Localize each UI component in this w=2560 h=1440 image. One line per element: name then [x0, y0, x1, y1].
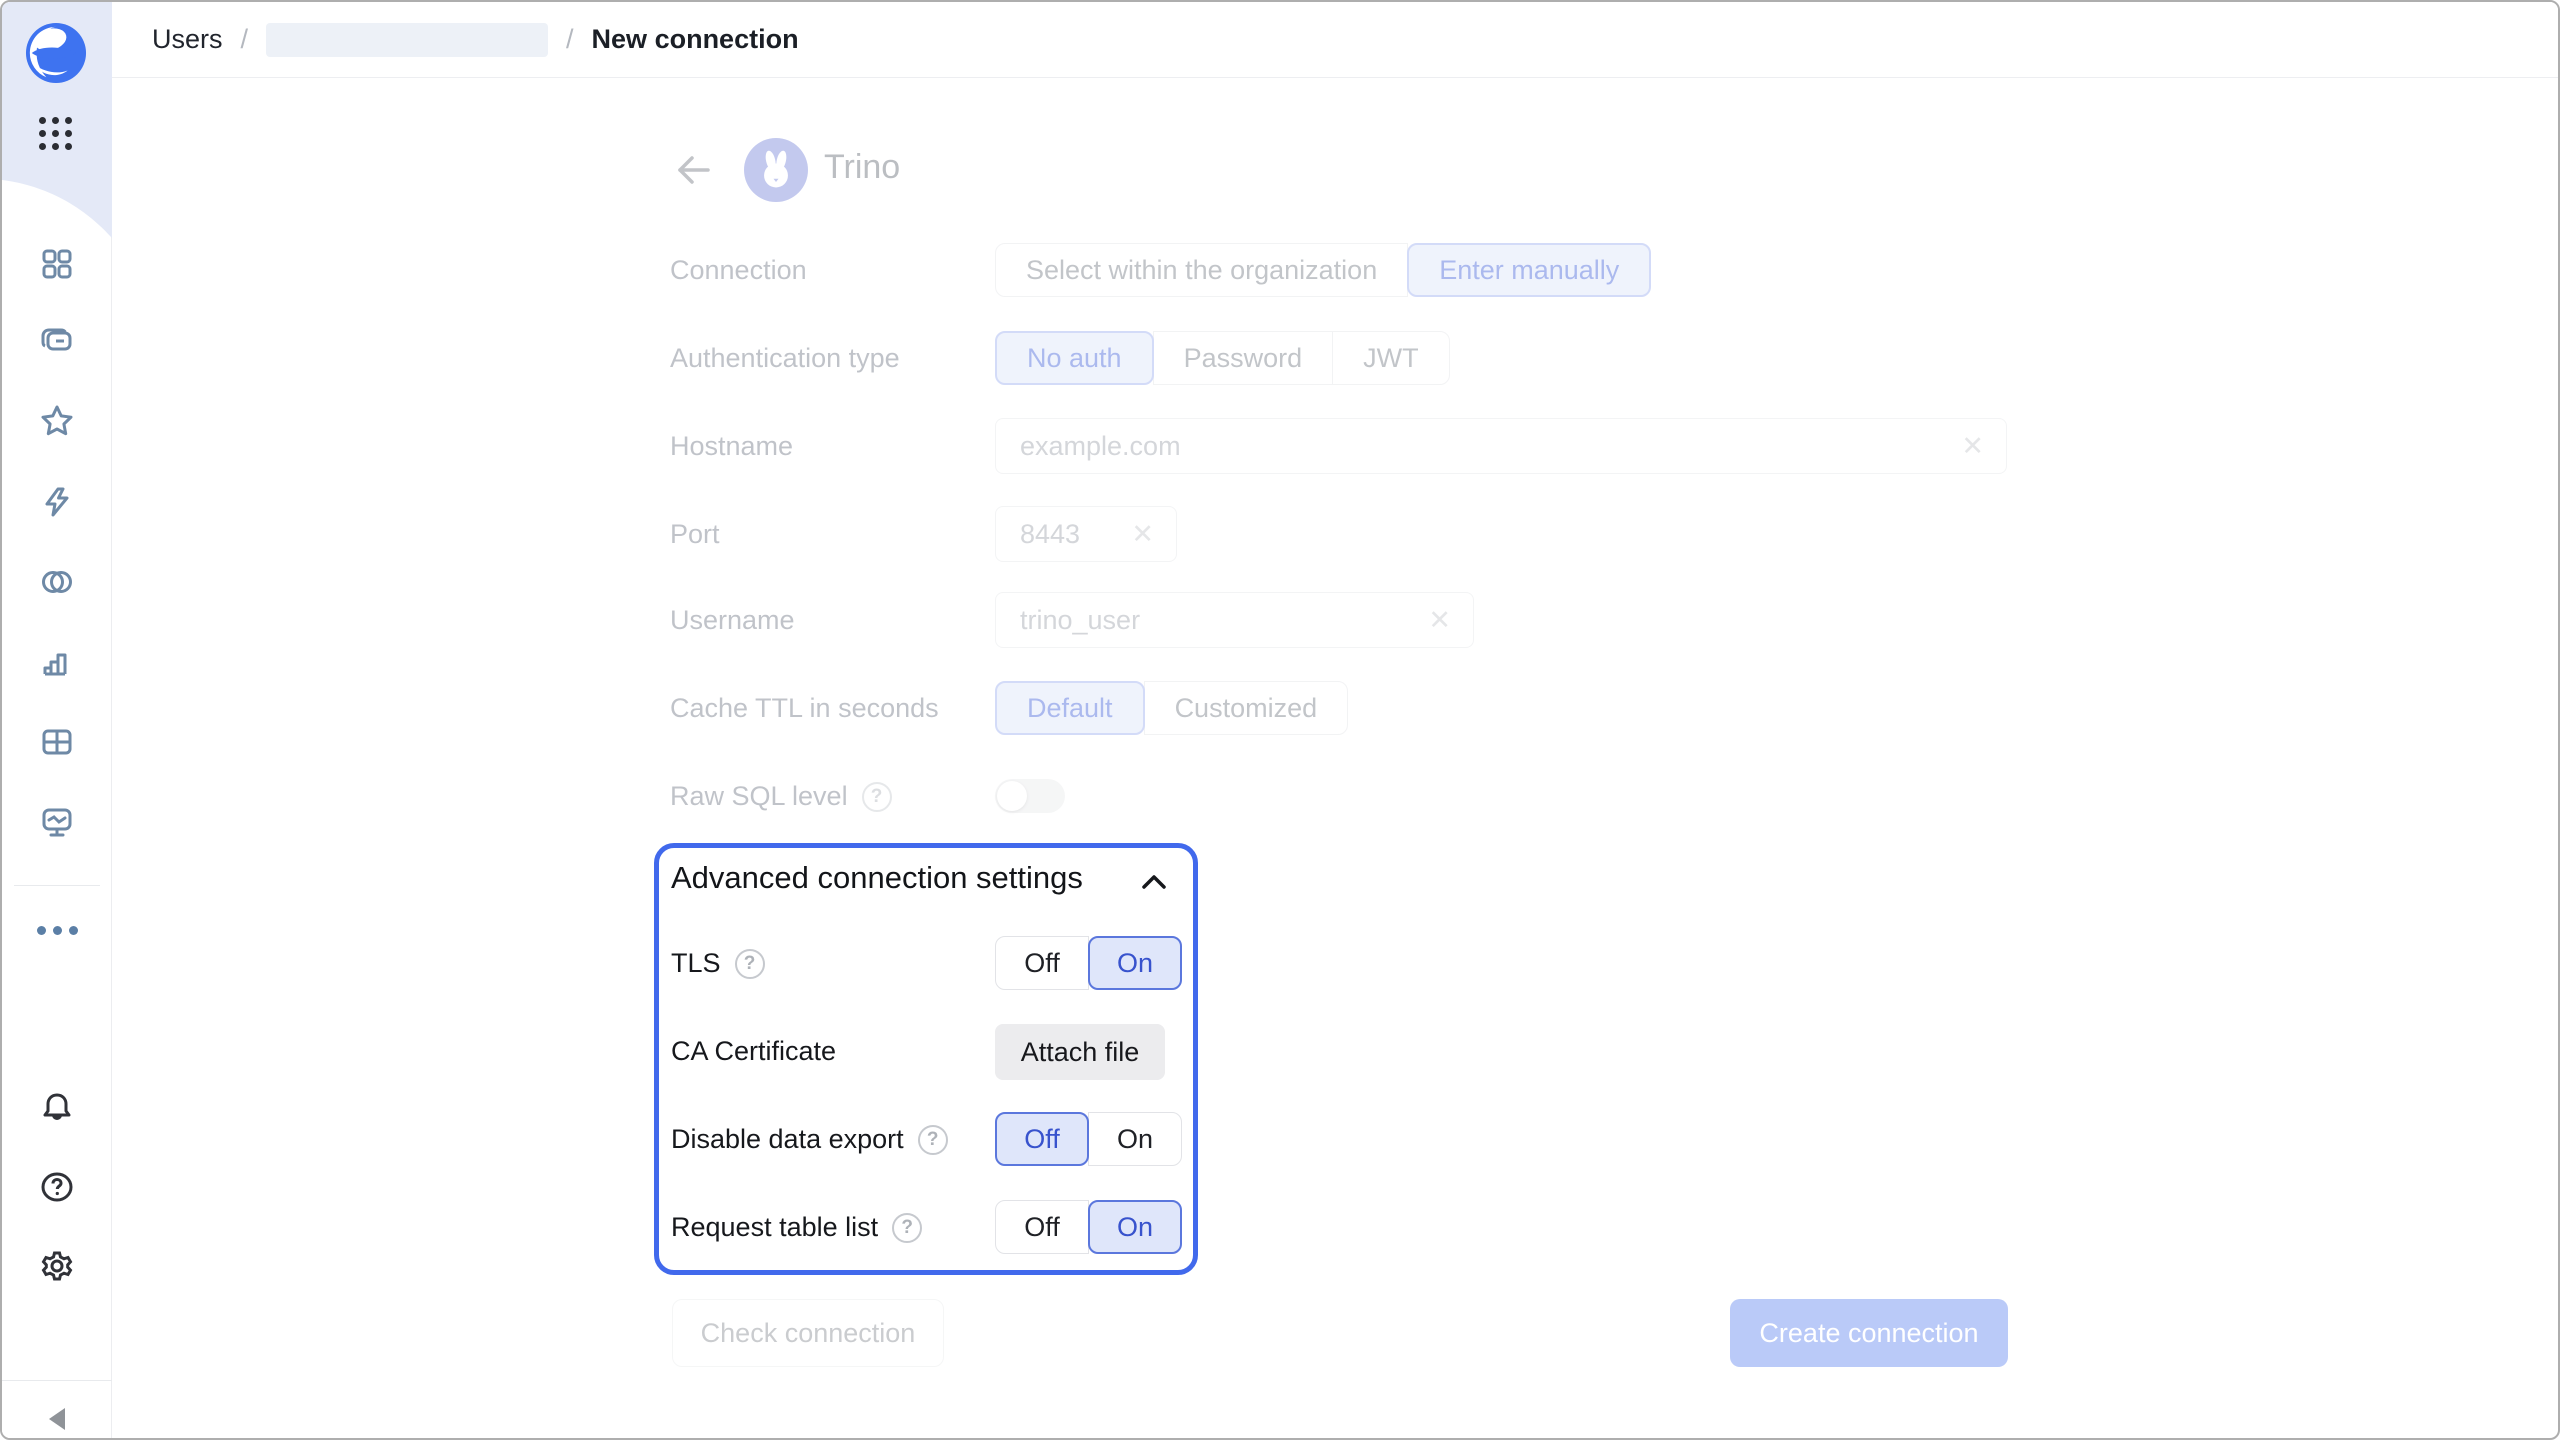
request-table-list-on-segment[interactable]: On: [1088, 1200, 1182, 1254]
request-table-list-label-text: Request table list: [671, 1212, 878, 1243]
segment-no-auth[interactable]: No auth: [995, 331, 1154, 385]
segment-password[interactable]: Password: [1153, 331, 1334, 385]
request-table-list-off-segment[interactable]: Off: [995, 1200, 1089, 1254]
advanced-settings-panel: Advanced connection settings TLS ? Off O…: [654, 843, 1198, 1275]
create-connection-button[interactable]: Create connection: [1730, 1299, 2008, 1367]
datalens-logo[interactable]: [25, 22, 87, 84]
hostname-clear-icon[interactable]: ✕: [1949, 433, 1984, 460]
settings-gear-icon[interactable]: [35, 1244, 79, 1288]
username-input[interactable]: [1018, 604, 1416, 637]
username-clear-icon[interactable]: ✕: [1416, 607, 1451, 634]
back-button[interactable]: [670, 146, 718, 194]
segment-jwt[interactable]: JWT: [1332, 331, 1449, 385]
breadcrumb-current: New connection: [592, 24, 799, 55]
ca-certificate-label: CA Certificate: [671, 1036, 836, 1067]
connections-icon[interactable]: [35, 480, 79, 524]
dashboards-icon[interactable]: [35, 242, 79, 286]
connection-segmented-control: Select within the organization Enter man…: [995, 243, 1651, 297]
auth-segmented-control: No auth Password JWT: [995, 331, 1450, 385]
connector-title: Trino: [824, 148, 900, 187]
disable-data-export-help-icon[interactable]: ?: [918, 1125, 948, 1155]
port-field-container: ✕: [995, 506, 1177, 562]
segment-select-within-organization[interactable]: Select within the organization: [995, 243, 1408, 297]
tls-segmented-control: Off On: [995, 936, 1182, 990]
port-clear-icon[interactable]: ✕: [1119, 521, 1154, 548]
tls-help-icon[interactable]: ?: [735, 949, 765, 979]
tls-label: TLS ?: [671, 948, 765, 979]
cache-ttl-segmented-control: Default Customized: [995, 681, 1348, 735]
favorites-icon[interactable]: [35, 399, 79, 443]
sidebar-divider: [14, 885, 100, 886]
collections-icon[interactable]: [35, 320, 79, 364]
auth-type-label: Authentication type: [670, 343, 900, 374]
datasets-icon[interactable]: [35, 560, 79, 604]
breadcrumb-separator: /: [566, 24, 574, 55]
segment-enter-manually[interactable]: Enter manually: [1407, 243, 1651, 297]
editor-icon[interactable]: [35, 800, 79, 844]
request-table-list-segmented-control: Off On: [995, 1200, 1182, 1254]
help-icon[interactable]: [35, 1165, 79, 1209]
port-label: Port: [670, 519, 720, 550]
hostname-field-container: ✕: [995, 418, 2007, 474]
request-table-list-help-icon[interactable]: ?: [892, 1213, 922, 1243]
disable-data-export-on-segment[interactable]: On: [1088, 1112, 1182, 1166]
tls-label-text: TLS: [671, 948, 721, 979]
trino-logo: [744, 138, 808, 202]
username-label: Username: [670, 605, 795, 636]
attach-file-button[interactable]: Attach file: [995, 1024, 1165, 1080]
raw-sql-label: Raw SQL level ?: [670, 781, 892, 812]
segment-customized[interactable]: Customized: [1144, 681, 1349, 735]
sidebar-divider: [2, 1380, 112, 1381]
breadcrumb-redacted-item[interactable]: [266, 23, 548, 57]
disable-data-export-segmented-control: Off On: [995, 1112, 1182, 1166]
sidebar: [2, 2, 112, 1438]
topbar: Users / / New connection: [112, 2, 2558, 78]
raw-sql-help-icon[interactable]: ?: [862, 782, 892, 812]
raw-sql-label-text: Raw SQL level: [670, 781, 848, 812]
port-input[interactable]: [1018, 518, 1119, 551]
connection-label: Connection: [670, 255, 807, 286]
cache-ttl-label: Cache TTL in seconds: [670, 693, 939, 724]
raw-sql-toggle[interactable]: [995, 779, 1065, 813]
apps-grid-icon[interactable]: [39, 117, 75, 153]
collapse-sidebar-icon[interactable]: [40, 1404, 74, 1434]
disable-data-export-label: Disable data export ?: [671, 1124, 948, 1155]
hostname-input[interactable]: [1018, 430, 1949, 463]
breadcrumb-separator: /: [241, 24, 249, 55]
advanced-settings-title: Advanced connection settings: [671, 860, 1083, 896]
tables-icon[interactable]: [35, 720, 79, 764]
breadcrumb-users[interactable]: Users: [152, 24, 223, 55]
charts-icon[interactable]: [35, 640, 79, 684]
tls-off-segment[interactable]: Off: [995, 936, 1089, 990]
more-icon[interactable]: [35, 920, 79, 940]
chevron-up-icon[interactable]: [1137, 868, 1171, 898]
disable-data-export-off-segment[interactable]: Off: [995, 1112, 1089, 1166]
notifications-icon[interactable]: [35, 1085, 79, 1129]
tls-on-segment[interactable]: On: [1088, 936, 1182, 990]
app-window: Users / / New connection Trino Connectio…: [0, 0, 2560, 1440]
hostname-label: Hostname: [670, 431, 793, 462]
disable-data-export-label-text: Disable data export: [671, 1124, 904, 1155]
segment-default[interactable]: Default: [995, 681, 1145, 735]
username-field-container: ✕: [995, 592, 1474, 648]
request-table-list-label: Request table list ?: [671, 1212, 922, 1243]
check-connection-button[interactable]: Check connection: [672, 1299, 944, 1367]
